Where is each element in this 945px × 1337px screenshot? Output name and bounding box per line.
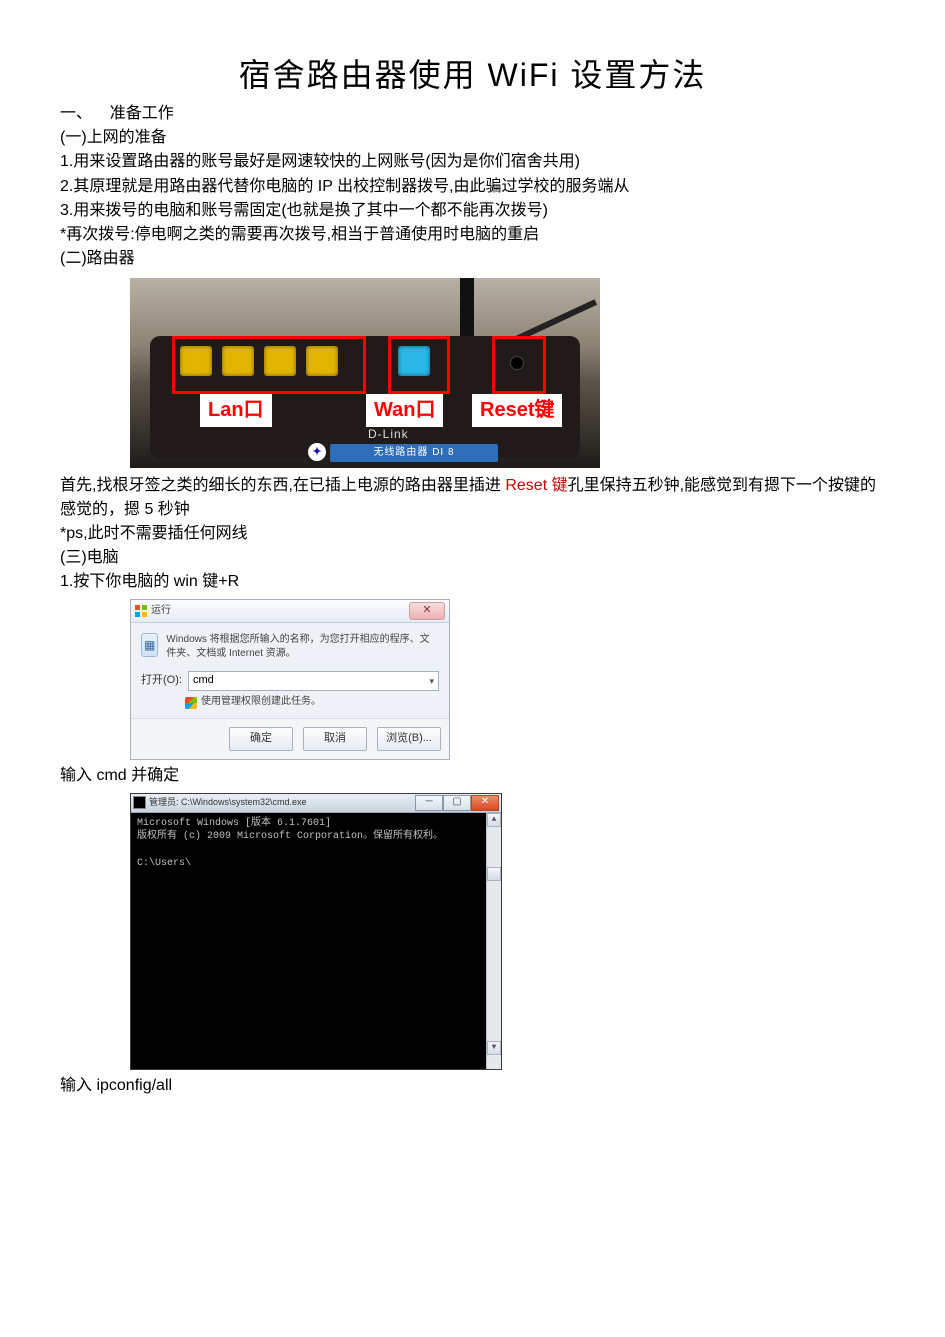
section-1-label: 准备工作 bbox=[110, 105, 174, 122]
sub2-heading: (二)路由器 bbox=[60, 247, 885, 270]
router-photo: Lan口 Wan口 Reset键 D-Link ✦ 无线路由器 DI 8 bbox=[130, 278, 600, 468]
cmd-line3: C:\Users\ bbox=[137, 858, 191, 869]
cmd-minimize-button[interactable]: ─ bbox=[415, 795, 443, 811]
cmd-instruction: 输入 ipconfig/all bbox=[60, 1074, 885, 1097]
sub2-desc-pre: 首先,找根牙签之类的细长的东西,在已插上电源的路由器里插进 bbox=[60, 477, 505, 494]
run-close-button[interactable]: ✕ bbox=[409, 602, 445, 620]
sub2-desc: 首先,找根牙签之类的细长的东西,在已插上电源的路由器里插进 Reset 键孔里保… bbox=[60, 474, 885, 520]
cmd-scrollbar[interactable]: ▲ ▼ bbox=[486, 813, 501, 1069]
scroll-down-icon[interactable]: ▼ bbox=[487, 1041, 501, 1055]
run-browse-button[interactable]: 浏览(B)... bbox=[377, 727, 441, 751]
scroll-up-icon[interactable]: ▲ bbox=[487, 813, 501, 827]
run-instruction: 输入 cmd 并确定 bbox=[60, 764, 885, 787]
sub1-note: *再次拨号:停电啊之类的需要再次拨号,相当于普通使用时电脑的重启 bbox=[60, 223, 885, 246]
run-titlebar: 运行 ✕ bbox=[131, 600, 449, 623]
section-1-num: 一、 bbox=[60, 105, 92, 122]
run-open-label: 打开(O): bbox=[141, 673, 182, 689]
uac-shield-icon bbox=[185, 697, 197, 709]
cmd-icon bbox=[133, 796, 146, 809]
cmd-maximize-button[interactable]: ▢ bbox=[443, 795, 471, 811]
wan-label: Wan口 bbox=[366, 394, 443, 427]
cmd-titlebar: 管理员: C:\Windows\system32\cmd.exe ─ ▢ ✕ bbox=[131, 794, 501, 813]
reset-highlight bbox=[492, 336, 546, 394]
sub1-heading: (一)上网的准备 bbox=[60, 126, 885, 149]
sub1-item-3: 3.用来拨号的电脑和账号需固定(也就是换了其中一个都不能再次拨号) bbox=[60, 199, 885, 222]
cmd-close-button[interactable]: ✕ bbox=[471, 795, 499, 811]
router-model-strip: 无线路由器 DI 8 bbox=[330, 444, 498, 462]
sub3-step1: 1.按下你电脑的 win 键+R bbox=[60, 570, 885, 593]
sub2-desc-red: Reset 键 bbox=[505, 477, 567, 494]
router-brand: D-Link bbox=[368, 426, 409, 443]
page-title: 宿舍路由器使用 WiFi 设置方法 bbox=[60, 50, 885, 96]
run-open-value: cmd bbox=[193, 673, 214, 689]
run-ok-button[interactable]: 确定 bbox=[229, 727, 293, 751]
reset-label: Reset键 bbox=[472, 394, 562, 427]
sub3-heading: (三)电脑 bbox=[60, 546, 885, 569]
router-logo-icon: ✦ bbox=[308, 443, 326, 461]
run-open-input[interactable]: cmd ▾ bbox=[188, 671, 439, 691]
run-dialog: 运行 ✕ ▦ Windows 将根据您所输入的名称，为您打开相应的程序、文件夹、… bbox=[130, 599, 450, 760]
sub1-item-2: 2.其原理就是用路由器代替你电脑的 IP 出校控制器拨号,由此骗过学校的服务端从 bbox=[60, 175, 885, 198]
run-description: Windows 将根据您所输入的名称，为您打开相应的程序、文件夹、文档或 Int… bbox=[166, 633, 439, 661]
run-cancel-button[interactable]: 取消 bbox=[303, 727, 367, 751]
wan-highlight bbox=[388, 336, 450, 394]
lan-highlight bbox=[172, 336, 366, 394]
cmd-title-text: 管理员: C:\Windows\system32\cmd.exe bbox=[149, 796, 307, 809]
cmd-body[interactable]: Microsoft Windows [版本 6.1.7601] 版权所有 (c)… bbox=[131, 813, 501, 1069]
run-dropdown-arrow-icon[interactable]: ▾ bbox=[429, 675, 434, 688]
run-shield-text: 使用管理权限创建此任务。 bbox=[201, 695, 321, 710]
cmd-line1: Microsoft Windows [版本 6.1.7601] bbox=[137, 818, 331, 829]
cmd-line2: 版权所有 (c) 2009 Microsoft Corporation。保留所有… bbox=[137, 831, 443, 842]
section-1-heading: 一、 准备工作 bbox=[60, 102, 885, 125]
sub1-item-1: 1.用来设置路由器的账号最好是网速较快的上网账号(因为是你们宿舍共用) bbox=[60, 150, 885, 173]
cmd-window: 管理员: C:\Windows\system32\cmd.exe ─ ▢ ✕ M… bbox=[130, 793, 502, 1070]
run-title-text: 运行 bbox=[151, 604, 171, 619]
sub2-ps: *ps,此时不需要插任何网线 bbox=[60, 522, 885, 545]
lan-label: Lan口 bbox=[200, 394, 272, 427]
scroll-grip-icon[interactable] bbox=[487, 867, 501, 881]
windows-icon bbox=[135, 605, 147, 617]
run-dialog-icon: ▦ bbox=[141, 633, 158, 657]
